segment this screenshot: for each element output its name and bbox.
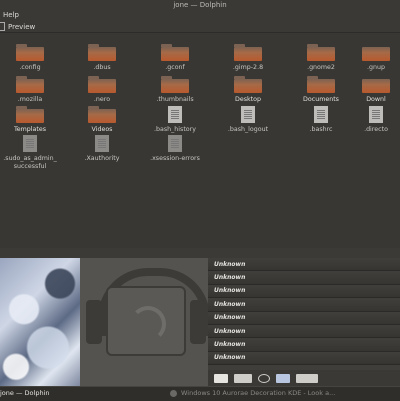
title-bar: jone — Dolphin	[0, 0, 400, 11]
track-row[interactable]: Unknown	[208, 338, 400, 352]
file-item[interactable]: .Xauthority	[72, 135, 132, 163]
player-controls	[208, 370, 400, 386]
text-file-icon	[241, 106, 255, 123]
album-art	[80, 258, 210, 386]
queue-icon[interactable]	[276, 373, 290, 383]
file-item[interactable]: .mozilla	[0, 76, 60, 104]
toolbar: Preview	[0, 21, 400, 33]
file-item[interactable]: Videos	[72, 106, 132, 134]
taskbar: jone — Dolphin Windows 10 Aurorae Decora…	[0, 386, 400, 401]
file-item[interactable]: Downl	[352, 79, 400, 104]
window-title: jone — Dolphin	[173, 1, 227, 9]
track-row[interactable]: Unknown	[208, 324, 400, 339]
track-row[interactable]: Unknown	[208, 351, 400, 366]
taskbar-item-browser[interactable]: Windows 10 Aurorae Decoration KDE - Look…	[170, 389, 335, 397]
track-list: Unknown Unknown Unknown Unknown Unknown …	[208, 258, 400, 370]
preview-icon	[0, 22, 5, 31]
file-item[interactable]: .gnome2	[291, 44, 351, 72]
menu-bar: Help	[0, 11, 400, 21]
folder-icon	[16, 106, 44, 123]
folder-icon	[88, 76, 116, 93]
folder-icon	[362, 79, 390, 93]
folder-icon	[234, 44, 262, 61]
folder-icon	[161, 76, 189, 93]
file-item[interactable]: .gconf	[145, 44, 205, 72]
taskbar-item-dolphin[interactable]: jone — Dolphin	[0, 389, 50, 397]
file-item[interactable]: .bash_logout	[218, 106, 278, 134]
text-file-icon	[23, 135, 37, 152]
file-item[interactable]: Desktop	[218, 76, 278, 104]
folder-icon	[161, 44, 189, 61]
file-item[interactable]: .nero	[72, 76, 132, 104]
folder-icon	[88, 44, 116, 61]
folder-icon	[16, 44, 44, 61]
file-item[interactable]: .config	[0, 44, 60, 72]
text-file-icon	[168, 106, 182, 123]
folder-icon	[234, 76, 262, 93]
file-item[interactable]: .bash_history	[145, 106, 205, 134]
folder-icon	[16, 76, 44, 93]
preview-button[interactable]: Preview	[0, 21, 35, 32]
file-item[interactable]: .gnup	[352, 47, 400, 72]
save-playlist-icon[interactable]	[234, 373, 252, 383]
text-file-icon	[168, 135, 182, 152]
preview-label: Preview	[8, 22, 36, 31]
wallpaper-image	[0, 258, 80, 386]
podcast-icon	[106, 286, 186, 356]
browser-icon	[170, 389, 177, 397]
track-row[interactable]: Unknown	[208, 284, 400, 299]
track-row[interactable]: Unknown	[208, 271, 400, 285]
track-row[interactable]: Unknown	[208, 298, 400, 312]
file-item[interactable]: .directo	[352, 106, 400, 134]
file-item[interactable]: .gimp-2.8	[218, 44, 278, 72]
headphone-right-cup	[190, 300, 206, 344]
text-file-icon	[314, 106, 328, 123]
taskbar-item-label: Windows 10 Aurorae Decoration KDE - Look…	[181, 389, 336, 397]
file-item[interactable]: Documents	[291, 76, 351, 104]
track-row[interactable]: Unknown	[208, 311, 400, 325]
menu-help[interactable]: Help	[3, 11, 19, 19]
file-item[interactable]: .bashrc	[291, 106, 351, 134]
undo-icon[interactable]	[258, 373, 270, 383]
headphone-left-cup	[86, 300, 102, 344]
media-player-panel: Unknown Unknown Unknown Unknown Unknown …	[0, 258, 400, 386]
file-item[interactable]: .sudo_as_admin_ successful	[0, 135, 60, 171]
folder-icon	[362, 47, 390, 61]
folder-icon	[88, 106, 116, 123]
file-item[interactable]: .xsession-errors	[145, 135, 205, 163]
folder-icon	[307, 44, 335, 61]
text-file-icon	[369, 106, 383, 123]
file-item[interactable]: .dbus	[72, 44, 132, 72]
folder-icon	[307, 76, 335, 93]
file-item[interactable]: .thumbnails	[145, 76, 205, 104]
options-dropdown-icon[interactable]	[296, 373, 318, 383]
file-item[interactable]: Templates	[0, 106, 60, 134]
file-view: .config .dbus .gconf .gimp-2.8 .gnome2 .…	[0, 33, 400, 248]
track-row[interactable]: Unknown	[208, 258, 400, 272]
clear-playlist-icon[interactable]	[214, 373, 228, 383]
text-file-icon	[95, 135, 109, 152]
